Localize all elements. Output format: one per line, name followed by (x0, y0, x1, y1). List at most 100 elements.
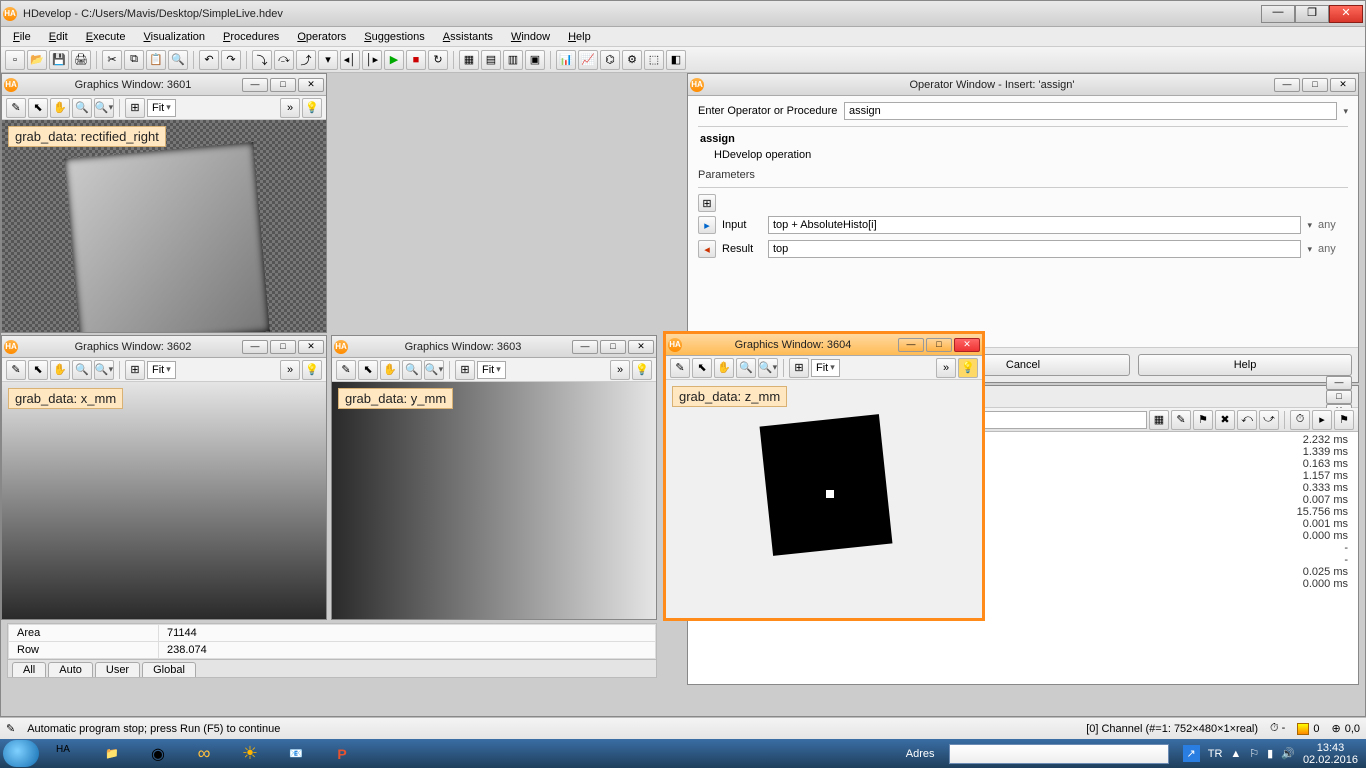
stop-icon[interactable]: ■ (406, 50, 426, 70)
pointer-icon[interactable]: ⬉ (358, 360, 378, 380)
chevron-down-icon[interactable] (1307, 243, 1312, 255)
menu-assistants[interactable]: Assistants (435, 29, 501, 44)
pencil-icon[interactable]: ✎ (6, 98, 26, 118)
paste-icon[interactable]: 📋 (146, 50, 166, 70)
step-back-icon[interactable]: ◂│ (340, 50, 360, 70)
reset-icon[interactable]: ↻ (428, 50, 448, 70)
menu-suggestions[interactable]: Suggestions (356, 29, 433, 44)
more-icon[interactable]: » (936, 358, 956, 378)
tab-all[interactable]: All (12, 662, 46, 677)
tab-global[interactable]: Global (142, 662, 196, 677)
tool-icon[interactable]: ✖ (1215, 410, 1235, 430)
taskbar-explorer[interactable]: 📁 (90, 740, 134, 767)
tray-clock[interactable]: 13:43 02.02.2016 (1303, 742, 1358, 766)
tray-up-icon[interactable]: ▲ (1230, 748, 1241, 760)
tray-sound-icon[interactable]: 🔊 (1281, 747, 1295, 760)
step-fwd-icon[interactable]: │▸ (362, 50, 382, 70)
maximize-button[interactable]: □ (270, 340, 296, 354)
zoom-icon[interactable]: 🔍 (72, 360, 92, 380)
menu-operators[interactable]: Operators (289, 29, 354, 44)
maximize-button[interactable]: □ (600, 340, 626, 354)
menu-help[interactable]: Help (560, 29, 599, 44)
close-button[interactable]: ✕ (954, 338, 980, 352)
window1-icon[interactable]: ▦ (459, 50, 479, 70)
grid-icon[interactable]: ⊞ (455, 360, 475, 380)
hand-icon[interactable]: ✋ (50, 360, 70, 380)
step-out-icon[interactable]: ⤴ (296, 50, 316, 70)
zoom-tool-icon[interactable]: 🔍 (94, 360, 114, 380)
minimize-button[interactable]: — (1274, 78, 1300, 92)
table-row[interactable]: Row238.074 (9, 642, 656, 659)
tool-icon[interactable]: ✎ (1171, 410, 1191, 430)
zoom-icon[interactable]: 🔍 (402, 360, 422, 380)
gw3602-titlebar[interactable]: HA Graphics Window: 3602 — □ ✕ (2, 336, 326, 358)
taskbar-app1[interactable]: ∞ (182, 740, 226, 767)
table-row[interactable]: Area71144 (9, 625, 656, 642)
help-button[interactable]: Help (1138, 354, 1352, 376)
menu-procedures[interactable]: Procedures (215, 29, 287, 44)
pencil-icon[interactable]: ✎ (670, 358, 690, 378)
grid-icon[interactable]: ⊞ (125, 360, 145, 380)
fit-combo[interactable]: Fit (811, 359, 840, 377)
tray-network-icon[interactable]: ▮ (1267, 747, 1273, 760)
taskbar-app2[interactable]: ☀ (228, 740, 272, 767)
chart6-icon[interactable]: ◧ (666, 50, 686, 70)
maximize-button[interactable]: □ (926, 338, 952, 352)
taskbar-hdevelop[interactable]: HA (44, 740, 88, 767)
gw3603-image[interactable]: grab_data: y_mm (332, 382, 656, 619)
fit-combo[interactable]: Fit (147, 99, 176, 117)
close-button[interactable]: ✕ (298, 78, 324, 92)
chevron-down-icon[interactable] (1343, 105, 1348, 117)
grid-icon[interactable]: ⊞ (125, 98, 145, 118)
maximize-button[interactable]: ❐ (1295, 5, 1329, 23)
new-icon[interactable]: ▫ (5, 50, 25, 70)
grid-icon[interactable]: ⊞ (789, 358, 809, 378)
go-icon[interactable]: ↗ (1183, 745, 1200, 762)
chart3-icon[interactable]: ⌬ (600, 50, 620, 70)
chevron-down-icon[interactable] (1307, 219, 1312, 231)
close-button[interactable]: ✕ (628, 340, 654, 354)
chart4-icon[interactable]: ⚙ (622, 50, 642, 70)
tab-auto[interactable]: Auto (48, 662, 93, 677)
minimize-button[interactable]: — (1326, 376, 1352, 390)
step-over-icon[interactable]: ⤼ (274, 50, 294, 70)
language-indicator[interactable]: TR (1208, 748, 1223, 760)
open-icon[interactable]: 📂 (27, 50, 47, 70)
maximize-button[interactable]: □ (1302, 78, 1328, 92)
tab-user[interactable]: User (95, 662, 140, 677)
run-icon[interactable]: ▶ (384, 50, 404, 70)
fit-combo[interactable]: Fit (477, 361, 506, 379)
minimize-button[interactable]: — (898, 338, 924, 352)
window3-icon[interactable]: ▥ (503, 50, 523, 70)
taskbar-outlook[interactable]: 📧 (274, 740, 318, 767)
zoom-tool-icon[interactable]: 🔍 (424, 360, 444, 380)
tool-icon[interactable]: ⤺ (1237, 410, 1257, 430)
chart2-icon[interactable]: 📈 (578, 50, 598, 70)
step-into-icon[interactable]: ⤵ (252, 50, 272, 70)
gw3601-titlebar[interactable]: HA Graphics Window: 3601 — □ ✕ (2, 74, 326, 96)
more-icon[interactable]: » (280, 360, 300, 380)
bulb-icon[interactable]: 💡 (302, 98, 322, 118)
save-icon[interactable]: 💾 (49, 50, 69, 70)
redo-icon[interactable]: ↷ (221, 50, 241, 70)
chart5-icon[interactable]: ⬚ (644, 50, 664, 70)
more-icon[interactable]: » (280, 98, 300, 118)
taskbar-powerpoint[interactable]: P (320, 740, 364, 767)
find-icon[interactable]: 🔍 (168, 50, 188, 70)
close-button[interactable]: ✕ (1329, 5, 1363, 23)
undo-icon[interactable]: ↶ (199, 50, 219, 70)
bulb-icon[interactable]: 💡 (632, 360, 652, 380)
more-icon[interactable]: » (610, 360, 630, 380)
bulb-icon[interactable]: 💡 (958, 358, 978, 378)
param-icon[interactable]: ⊞ (698, 194, 716, 212)
close-button[interactable]: ✕ (298, 340, 324, 354)
pointer-icon[interactable]: ⬉ (28, 98, 48, 118)
print-icon[interactable]: 🖨 (71, 50, 91, 70)
result-value-field[interactable] (768, 240, 1301, 258)
gw3604-image[interactable]: grab_data: z_mm (666, 380, 982, 618)
maximize-button[interactable]: □ (270, 78, 296, 92)
zoom-icon[interactable]: 🔍 (72, 98, 92, 118)
tool-icon[interactable]: ⤻ (1259, 410, 1279, 430)
bulb-icon[interactable]: 💡 (302, 360, 322, 380)
zoom-tool-icon[interactable]: 🔍 (758, 358, 778, 378)
